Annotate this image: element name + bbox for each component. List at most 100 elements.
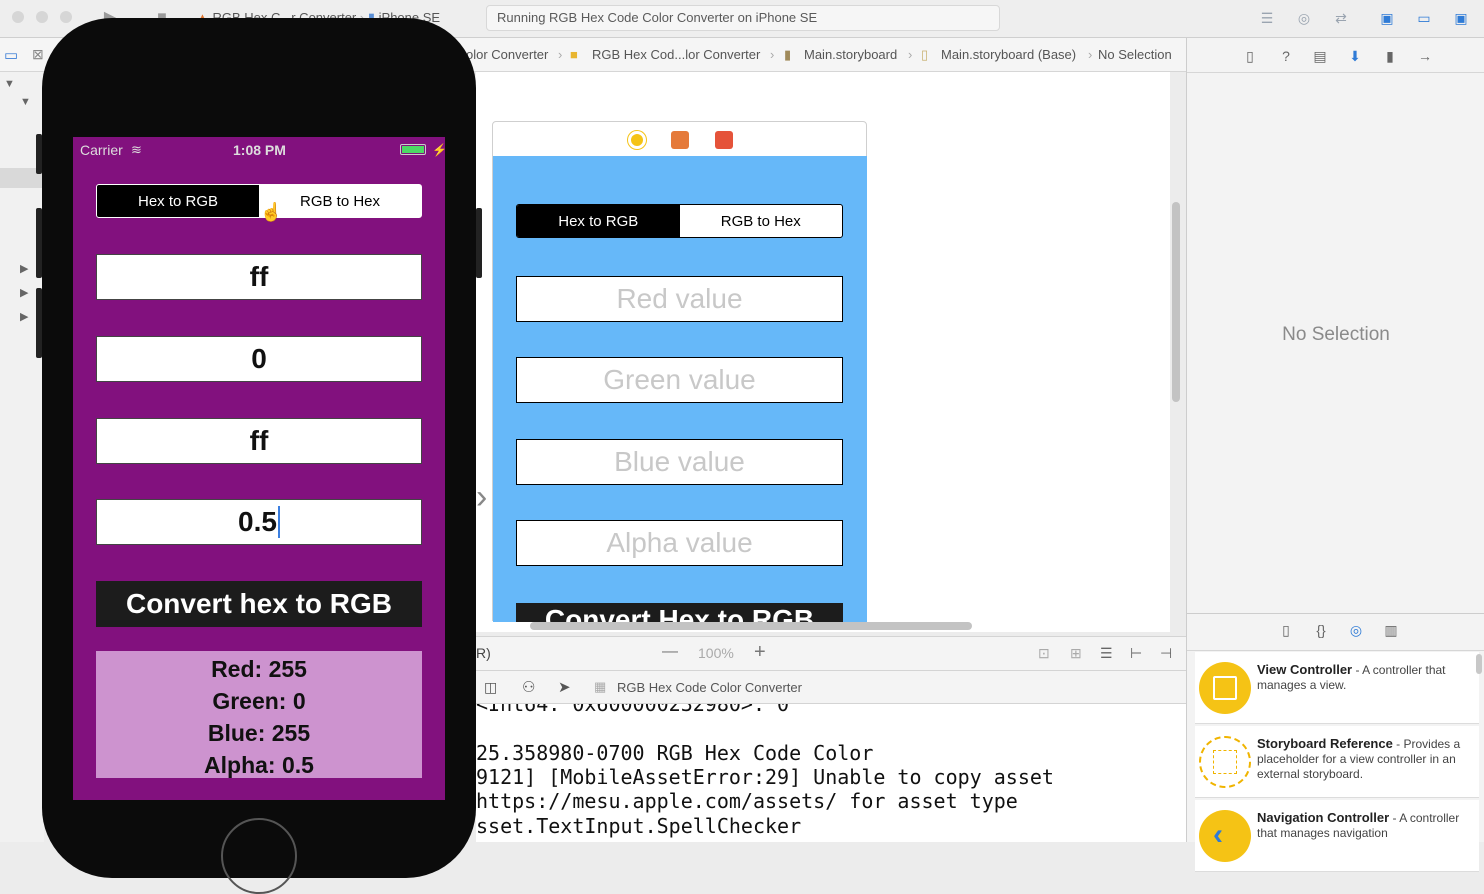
storyboard-file-icon: ▮: [784, 47, 792, 62]
view-controller-scene[interactable]: Hex to RGB RGB to Hex Red value Green va…: [492, 121, 867, 622]
minimize-window-button[interactable]: [36, 11, 48, 23]
quick-help-icon[interactable]: ?: [1275, 48, 1297, 66]
align-icon[interactable]: ☰: [1100, 645, 1113, 662]
toggle-utilities-icon[interactable]: ▣: [1448, 8, 1474, 28]
object-library-icon[interactable]: ◎: [1345, 622, 1367, 640]
scene-convert-button[interactable]: Convert Hex to RGB: [516, 603, 843, 622]
wifi-icon: ≋: [131, 142, 142, 157]
size-inspector-icon[interactable]: ▮: [1379, 48, 1401, 66]
pin-icon[interactable]: ⊢: [1130, 645, 1142, 662]
result-blue: Blue: 255: [207, 720, 311, 746]
convert-button[interactable]: Convert hex to RGB: [96, 581, 422, 627]
clock-label: 1:08 PM: [233, 142, 286, 158]
navigation-controller-icon: ‹: [1199, 810, 1251, 862]
cursor-pointer-icon: ☝: [260, 202, 283, 222]
result-alpha: Alpha: 0.5: [204, 752, 314, 778]
library-item-storyboard-reference[interactable]: Storyboard Reference - Provides a placeh…: [1195, 726, 1479, 798]
zoom-window-button[interactable]: [60, 11, 72, 23]
view-hierarchy-icon[interactable]: ◫: [484, 679, 497, 696]
segue-arrow-icon: ›: [476, 478, 488, 516]
memory-graph-icon[interactable]: ⚇: [522, 678, 535, 696]
disclosure-triangle-icon[interactable]: ▶: [20, 310, 28, 323]
view-controller-icon[interactable]: [628, 131, 646, 149]
zoom-out-button[interactable]: —: [662, 643, 678, 661]
carrier-label: Carrier: [80, 142, 123, 158]
zoom-in-button[interactable]: +: [754, 641, 766, 664]
standard-editor-icon[interactable]: ☰: [1254, 8, 1280, 28]
simulator-screen[interactable]: Carrier ≋ 1:08 PM ⚡ Hex to RGB RGB to He…: [73, 137, 447, 800]
alpha-input[interactable]: 0.5: [96, 499, 422, 545]
mode-segmented-control[interactable]: Hex to RGB RGB to Hex: [96, 184, 422, 218]
disclosure-triangle-icon[interactable]: ▶: [20, 262, 28, 275]
breadcrumb-project[interactable]: olor Converter: [466, 47, 548, 62]
green-input[interactable]: 0: [96, 336, 422, 382]
library-item-view-controller[interactable]: View Controller - A controller that mana…: [1195, 652, 1479, 724]
connections-inspector-icon[interactable]: →: [1414, 48, 1436, 66]
breadcrumb-storyboard[interactable]: Main.storyboard: [804, 47, 897, 62]
text-caret: [277, 506, 280, 538]
debug-target-label[interactable]: RGB Hex Code Color Converter: [617, 680, 802, 695]
library-item-navigation-controller[interactable]: ‹ Navigation Controller - A controller t…: [1195, 800, 1479, 872]
file-template-library-icon[interactable]: ▯: [1275, 622, 1297, 640]
identity-inspector-icon[interactable]: ▤: [1309, 48, 1331, 66]
scene-segment-rgb-to-hex[interactable]: RGB to Hex: [680, 205, 843, 237]
resolve-issues-icon[interactable]: ⊣: [1160, 645, 1172, 662]
simulate-location-icon[interactable]: ➤: [558, 678, 571, 696]
scene-segmented-control[interactable]: Hex to RGB RGB to Hex: [516, 204, 843, 238]
library-item-title: Storyboard Reference: [1257, 736, 1393, 751]
media-library-icon[interactable]: ▥: [1380, 622, 1402, 640]
assistant-editor-icon[interactable]: ◎: [1291, 8, 1317, 28]
console-line: 9121] [MobileAssetError:29] Unable to co…: [476, 765, 1054, 789]
divider: [1187, 613, 1484, 614]
disclosure-triangle-icon[interactable]: ▶: [20, 286, 28, 299]
embed-in-icon[interactable]: ⊡: [1038, 645, 1050, 662]
breadcrumb-storyboard-base[interactable]: Main.storyboard (Base): [941, 47, 1076, 62]
segment-hex-to-rgb[interactable]: Hex to RGB: [97, 185, 259, 217]
symbol-navigator-icon[interactable]: ⊠: [32, 46, 44, 63]
home-button[interactable]: [221, 818, 297, 894]
scene-segment-hex-to-rgb[interactable]: Hex to RGB: [517, 205, 680, 237]
file-inspector-icon[interactable]: ▯: [1239, 48, 1261, 66]
breadcrumb-selection[interactable]: No Selection: [1098, 47, 1172, 62]
horizontal-scrollbar[interactable]: [530, 622, 972, 630]
power-button: [476, 208, 482, 278]
result-red: Red: 255: [211, 656, 307, 682]
exit-icon[interactable]: [715, 131, 733, 149]
vertical-scrollbar[interactable]: [1172, 202, 1180, 402]
scene-alpha-field[interactable]: Alpha value: [516, 520, 843, 566]
first-responder-icon[interactable]: [671, 131, 689, 149]
version-editor-icon[interactable]: ⇄: [1328, 8, 1354, 28]
disclosure-triangle-icon[interactable]: ▼: [20, 96, 31, 108]
toggle-navigator-icon[interactable]: ▣: [1374, 8, 1400, 28]
breadcrumb-group[interactable]: RGB Hex Cod...lor Converter: [592, 47, 760, 62]
storyboard-reference-icon: [1199, 736, 1251, 788]
segment-rgb-to-hex[interactable]: RGB to Hex: [259, 185, 421, 217]
folder-icon[interactable]: ▭: [4, 46, 18, 64]
divider: [1187, 650, 1484, 651]
scene-blue-field[interactable]: Blue value: [516, 439, 843, 485]
blue-input[interactable]: ff: [96, 418, 422, 464]
alpha-value: 0.5: [238, 506, 277, 537]
debug-console[interactable]: <Int64: 0x600000232980>: 0 25.358980-070…: [476, 704, 1186, 842]
chevron-right-icon: ›: [908, 47, 913, 62]
red-input[interactable]: ff: [96, 254, 422, 300]
device-config-label[interactable]: R): [476, 645, 491, 661]
console-line: sset.TextInput.SpellChecker: [476, 814, 802, 838]
library-item-title: View Controller: [1257, 662, 1353, 677]
disclosure-triangle-icon[interactable]: ▼: [4, 78, 15, 90]
close-window-button[interactable]: [12, 11, 24, 23]
charging-icon: ⚡: [432, 143, 447, 157]
target-app-icon: ▦: [594, 679, 607, 694]
divider: [1187, 72, 1484, 73]
attributes-inspector-icon[interactable]: ⬇: [1344, 48, 1366, 66]
stack-icon[interactable]: ⊞: [1070, 645, 1082, 662]
scene-green-field[interactable]: Green value: [516, 357, 843, 403]
library-scrollbar[interactable]: [1476, 654, 1482, 674]
scene-red-field[interactable]: Red value: [516, 276, 843, 322]
console-line: https://mesu.apple.com/assets/ for asset…: [476, 789, 1018, 813]
toggle-debug-area-icon[interactable]: ▭: [1411, 8, 1437, 28]
volume-down-button: [36, 288, 42, 358]
scene-root-view[interactable]: Hex to RGB RGB to Hex Red value Green va…: [493, 156, 867, 622]
result-green: Green: 0: [212, 688, 306, 714]
code-snippet-library-icon[interactable]: {}: [1310, 622, 1332, 640]
